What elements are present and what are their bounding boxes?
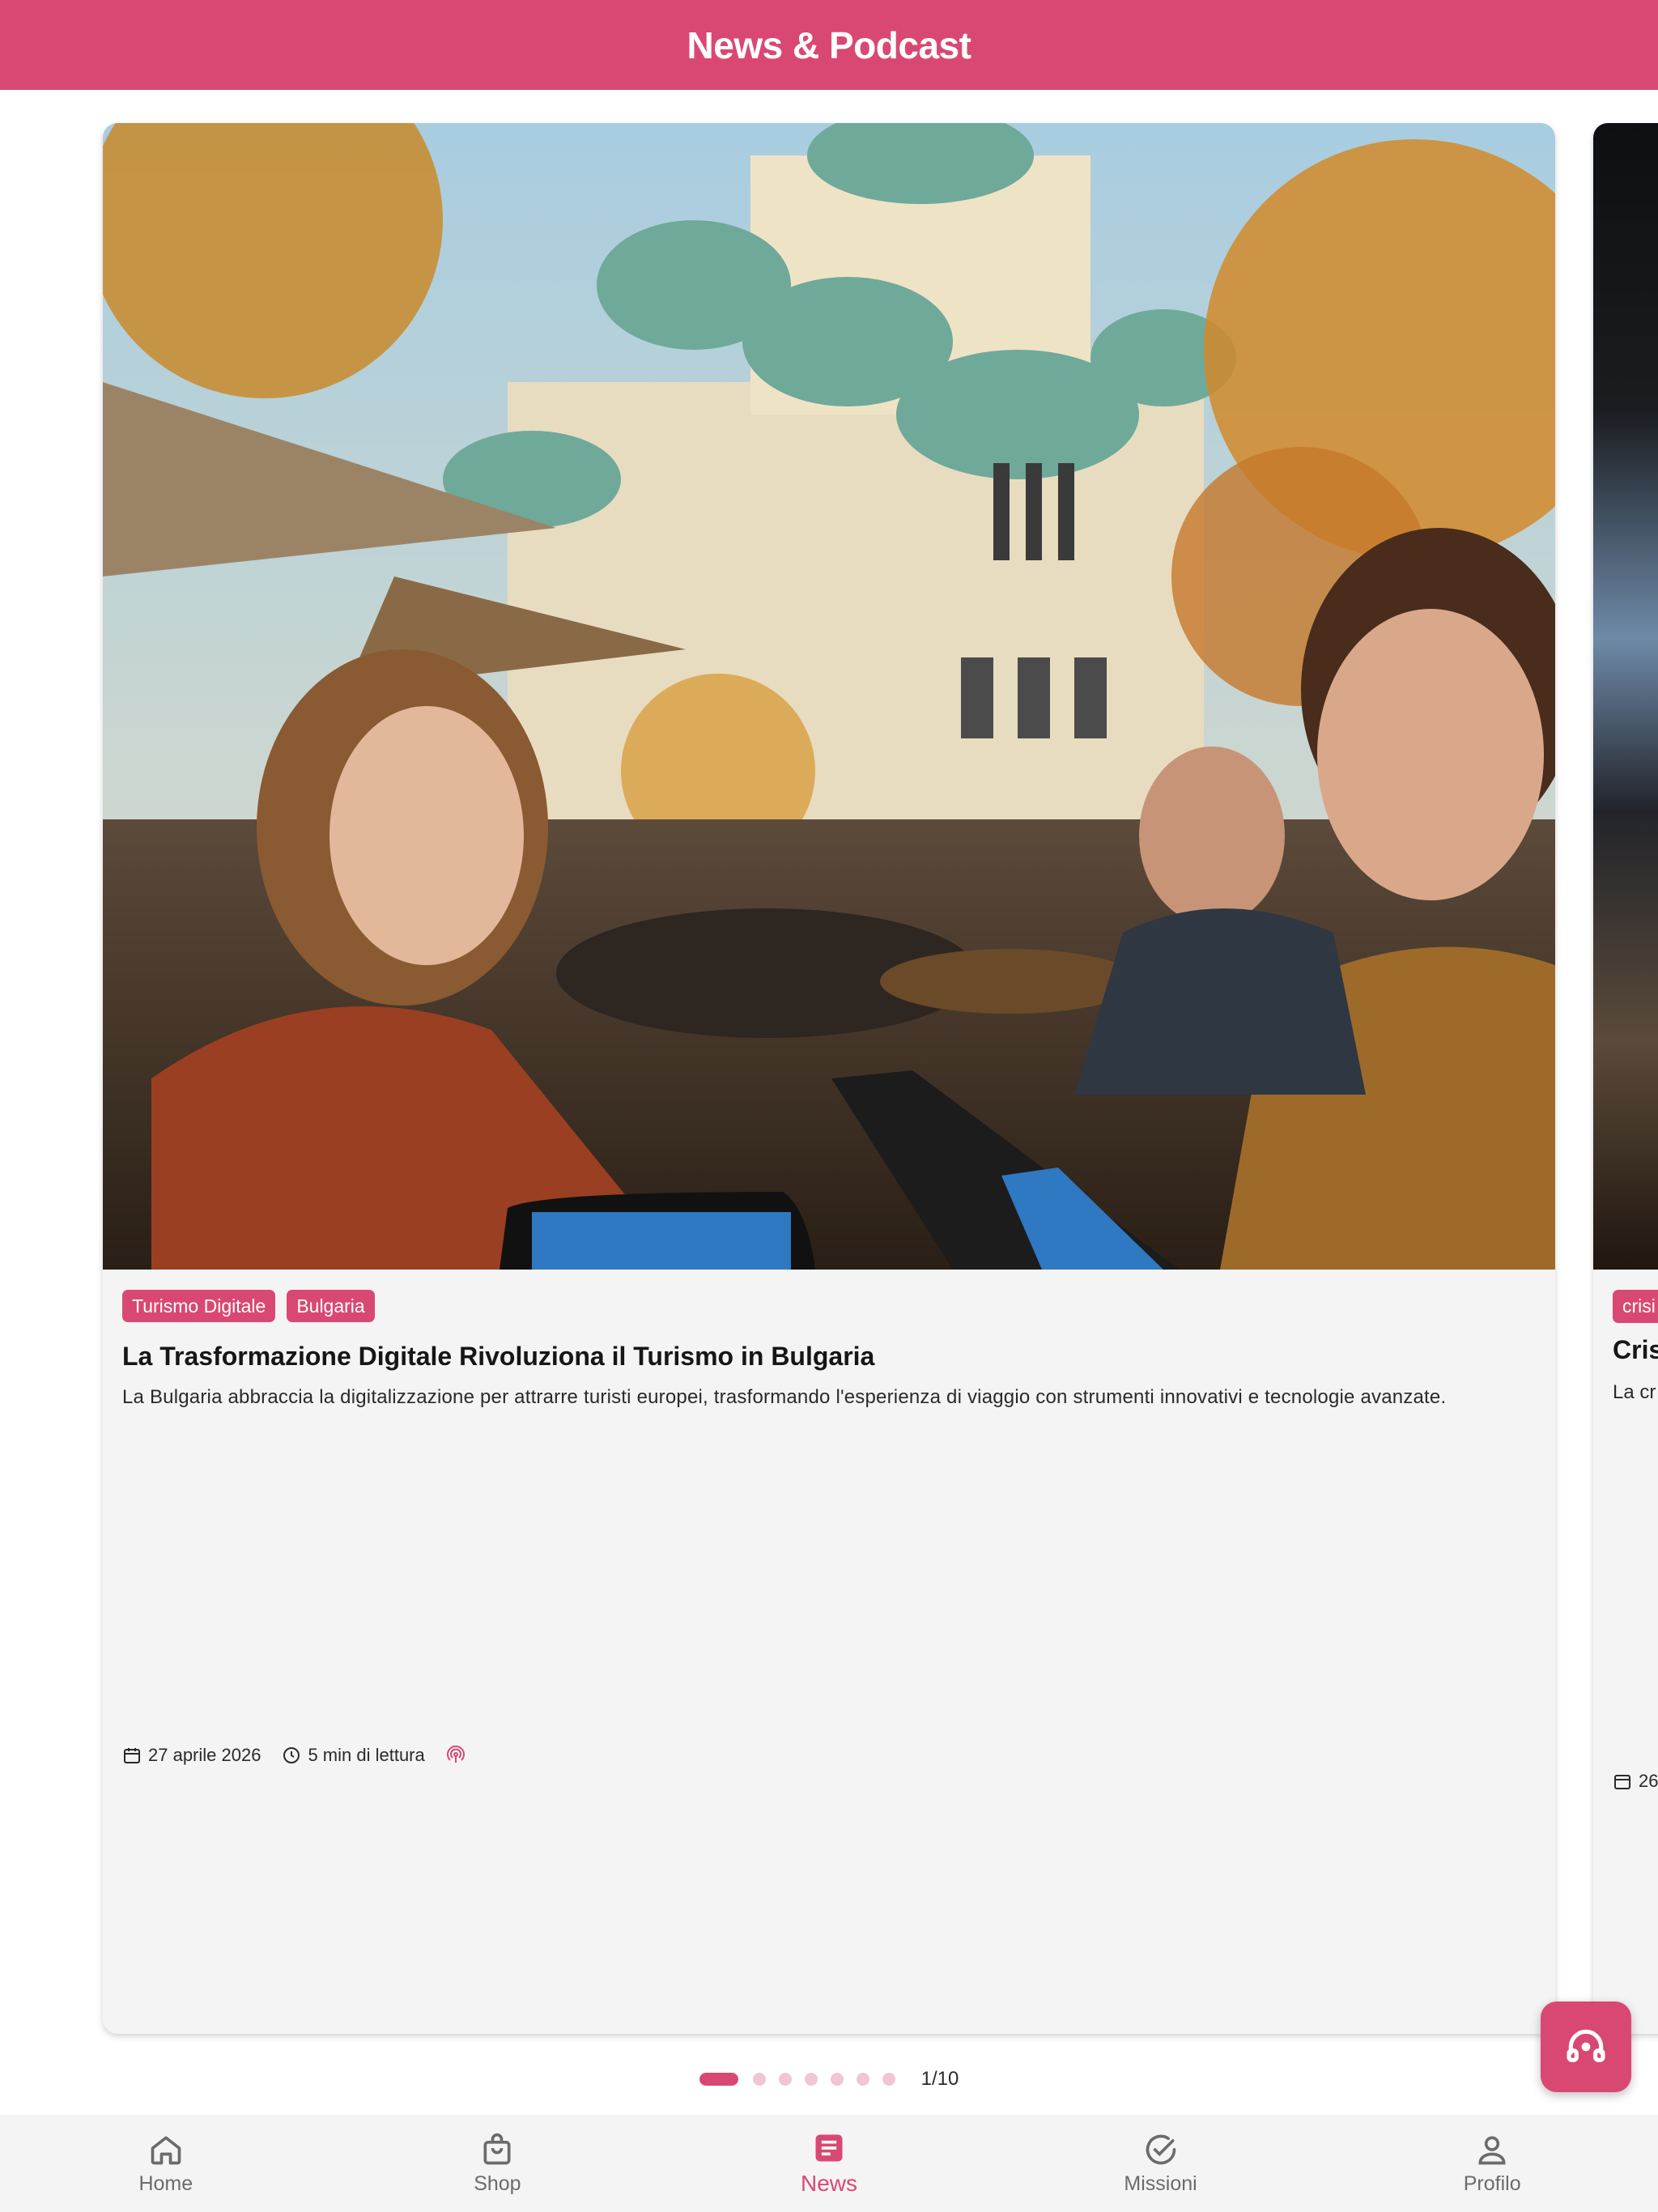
calendar-icon [1614,1775,1630,1789]
pager-dot[interactable] [752,2073,766,2086]
nav-item-home[interactable]: Home [0,2115,332,2212]
tag-badge[interactable]: crisi [1613,1290,1658,1323]
calendar-icon [124,1748,140,1763]
bottom-navigation: Home Shop News Missioni Profilo [0,2115,1658,2212]
check-circle-icon [1146,2134,1175,2164]
next-news-card-description: La cr signi [1613,1381,1658,1403]
next-news-card-meta: 26 [1613,1771,1658,1792]
news-card[interactable]: Turismo Digitale Bulgaria La Trasformazi… [103,123,1555,2034]
news-card-title[interactable]: La Trasformazione Digitale Rivoluziona i… [122,1340,1536,1372]
person-icon [1478,2136,1506,2164]
carousel-pager: 1/10 [0,2063,1658,2095]
headset-support-icon [1567,2029,1605,2062]
nav-item-label: Profilo [1463,2172,1521,2195]
nav-item-label: Home [138,2172,193,2195]
news-card-meta: 27 aprile 2026 5 min di lettura [122,1745,466,1766]
nav-item-label: News [800,2171,857,2196]
pager-dot[interactable] [804,2073,818,2086]
nav-item-label: Shop [474,2172,521,2195]
pager-counter: 1/10 [920,2068,959,2090]
clock-icon [283,1747,300,1763]
tag-badge[interactable]: Turismo Digitale [122,1290,276,1322]
read-time: 5 min di lettura [308,1745,425,1765]
nav-item-missioni[interactable]: Missioni [995,2115,1327,2212]
pager-dot[interactable] [882,2073,895,2086]
next-news-card-image [1593,123,1658,1270]
home-icon [151,2136,181,2164]
publish-date: 26 [1639,1771,1658,1791]
publish-date: 27 aprile 2026 [148,1745,261,1765]
news-card-body: Turismo Digitale Bulgaria La Trasformazi… [122,1290,1536,1411]
support-fab-button[interactable] [1541,2001,1631,2092]
article-icon [815,2134,843,2162]
nav-item-profilo[interactable]: Profilo [1326,2115,1658,2212]
pager-dot[interactable] [778,2073,792,2086]
next-news-card[interactable]: crisi Cris La cr signi 26 [1593,123,1658,2034]
shopping-bag-icon [483,2133,511,2164]
page-title: News & Podcast [687,23,971,66]
podcast-icon[interactable] [446,1746,466,1765]
nav-item-news[interactable]: News [663,2115,995,2212]
tag-list: Turismo Digitale Bulgaria [122,1290,1536,1322]
news-carousel[interactable]: Turismo Digitale Bulgaria La Trasformazi… [0,90,1658,2114]
nav-item-shop[interactable]: Shop [332,2115,664,2212]
next-news-card-title[interactable]: Cris [1613,1335,1658,1365]
news-card-image [103,123,1555,1270]
nav-item-label: Missioni [1124,2172,1197,2195]
tag-badge[interactable]: Bulgaria [287,1290,375,1322]
app-bar: News & Podcast [0,0,1658,90]
pager-dot[interactable] [856,2073,869,2086]
pager-dot[interactable] [830,2073,844,2086]
pager-dot-active[interactable] [699,2073,738,2086]
news-card-description: La Bulgaria abbraccia la digitalizzazion… [122,1386,1447,1408]
